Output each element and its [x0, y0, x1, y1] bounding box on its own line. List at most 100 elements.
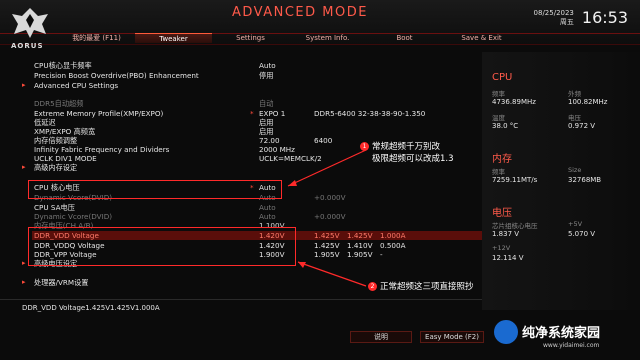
setting-row[interactable]: Dynamic Vcore(DVID) Auto +0.000V [22, 212, 482, 221]
tab-system-info[interactable]: System Info. [289, 33, 366, 43]
cpu-bclk-label: 外频 [568, 90, 581, 98]
setting-value[interactable]: 启用 [259, 127, 273, 136]
setting-value[interactable]: Auto [259, 61, 276, 70]
annotation-box-ddr-voltages [28, 227, 296, 266]
12v-value: 12.114 V [492, 254, 524, 262]
cpu-temp-value: 38.0 °C [492, 122, 519, 130]
watermark-url: www.yidaimei.com [543, 342, 600, 349]
setting-value[interactable]: 72.00 [259, 136, 280, 145]
mem-freq-value: 7259.11MT/s [492, 176, 538, 184]
cpu-freq-value: 4736.89MHz [492, 98, 536, 106]
mem-size-value: 32768MB [568, 176, 602, 184]
setting-value[interactable]: Auto [259, 212, 276, 221]
setting-readout: 1.410V [347, 241, 373, 250]
setting-row[interactable]: CPU SA电压 Auto [22, 203, 482, 212]
setting-label: DDR5自动超频 [34, 99, 84, 108]
watermark-name: 纯净系统家园 [522, 326, 601, 341]
modified-star-icon: * [250, 109, 254, 118]
tab-save-exit[interactable]: Save & Exit [443, 33, 520, 43]
datetime: 08/25/2023 周五 16:53 [534, 8, 628, 27]
setting-readout: 1.425V [314, 231, 340, 240]
tab-bar: 我的最爱 (F11) Tweaker Settings System Info.… [58, 33, 520, 43]
setting-readout: 1.425V [314, 241, 340, 250]
easy-mode-button[interactable]: Easy Mode (F2) [420, 331, 484, 343]
5v-label: +5V [568, 220, 583, 228]
setting-label: XMP/EXPO 高频宽 [34, 127, 96, 136]
submenu-row[interactable]: ▸ 处理器/VRM设置 [22, 278, 322, 287]
help-button[interactable]: 说明 [350, 331, 412, 343]
setting-readout: 1.425V [347, 231, 373, 240]
setting-extra: +0.000V [314, 193, 346, 202]
watermark-logo-icon [494, 320, 518, 344]
setting-value[interactable]: Auto [259, 203, 276, 212]
setting-extra: +0.000V [314, 212, 346, 221]
setting-row[interactable]: CPU核心显卡频率 Auto [22, 61, 482, 70]
tab-boot[interactable]: Boot [366, 33, 443, 43]
setting-value[interactable]: EXPO 1 [259, 109, 285, 118]
submenu-arrow-icon: ▸ [22, 163, 26, 171]
submenu-arrow-icon: ▸ [22, 259, 26, 267]
setting-extra: 6400 [314, 136, 333, 145]
annotation-2-text: 正常超频这三项直接照抄 [380, 282, 474, 292]
chipset-volt-value: 1.837 V [492, 230, 520, 238]
status-text: DDR_VDD Voltage1.425V1.425V1.000A [22, 304, 160, 312]
annotation-1-line1: 常规超频千万别改 [372, 142, 441, 152]
setting-label: 高级内存设定 [34, 163, 78, 172]
setting-row[interactable]: 低延迟 启用 [22, 118, 482, 127]
setting-row[interactable]: DDR5自动超频 自动 [22, 99, 482, 108]
setting-readout: 0.500A [380, 241, 406, 250]
cpu-bclk-value: 100.82MHz [568, 98, 608, 106]
setting-readout: - [380, 250, 383, 259]
aorus-eagle-logo-icon [12, 8, 48, 38]
clock: 16:53 [581, 8, 628, 27]
setting-value[interactable]: UCLK=MEMCLK/2 [259, 154, 322, 163]
date-text: 08/25/2023 [533, 8, 574, 17]
setting-value[interactable]: 2000 MHz [259, 145, 295, 154]
page-title: ADVANCED MODE [232, 5, 368, 20]
cpu-volt-value: 0.972 V [568, 122, 596, 130]
voltage-section-title: 电压 [492, 208, 512, 219]
mem-freq-label: 频率 [492, 168, 505, 176]
date-block: 08/25/2023 周五 [534, 9, 574, 27]
mem-size-label: Size [568, 166, 582, 174]
setting-row[interactable]: Extreme Memory Profile(XMP/EXPO) * EXPO … [22, 109, 482, 118]
weekday-text: 周五 [559, 17, 574, 26]
setting-label: Dynamic Vcore(DVID) [34, 212, 113, 221]
setting-label: 内存倍频调整 [34, 136, 78, 145]
tab-settings[interactable]: Settings [212, 33, 289, 43]
setting-label: Precision Boost Overdrive(PBO) Enhanceme… [34, 71, 199, 80]
cpu-section-title: CPU [492, 72, 513, 83]
cpu-temp-label: 温度 [492, 114, 505, 122]
12v-label: +12V [492, 244, 511, 252]
setting-label: CPU SA电压 [34, 203, 75, 212]
cpu-freq-label: 频率 [492, 90, 505, 98]
setting-row[interactable]: Precision Boost Overdrive(PBO) Enhanceme… [22, 71, 482, 80]
annotation-2: 2 正常超频这三项直接照抄 [368, 281, 474, 293]
submenu-arrow-icon: ▸ [22, 81, 26, 89]
tab-favorites[interactable]: 我的最爱 (F11) [58, 33, 135, 43]
chipset-volt-label: 芯片组核心电压 [492, 222, 538, 230]
setting-label: CPU核心显卡频率 [34, 61, 92, 70]
setting-readout: 1.905V [314, 250, 340, 259]
annotation-number-badge: 1 [360, 142, 369, 151]
annotation-box-cpu-vcore [28, 180, 282, 199]
setting-value[interactable]: 自动 [259, 99, 273, 108]
setting-value[interactable]: 启用 [259, 118, 273, 127]
submenu-arrow-icon: ▸ [22, 278, 26, 286]
annotation-number-badge: 2 [368, 282, 377, 291]
setting-label: Extreme Memory Profile(XMP/EXPO) [34, 109, 164, 118]
tab-tweaker[interactable]: Tweaker [135, 33, 212, 43]
top-bar: AORUS ADVANCED MODE 08/25/2023 周五 16:53 … [0, 0, 640, 50]
annotation-1-line2: 极限超频可以改成1.3 [372, 154, 454, 164]
submenu-row[interactable]: ▸ Advanced CPU Settings [22, 81, 482, 90]
setting-readout: 1.000A [380, 231, 406, 240]
annotation-1: 1 常规超频千万别改 极限超频可以改成1.3 [360, 141, 454, 165]
setting-label: UCLK DIV1 MODE [34, 154, 97, 163]
setting-label: Advanced CPU Settings [34, 81, 119, 90]
memory-section-title: 内存 [492, 154, 512, 165]
logo-text: AORUS [11, 42, 44, 50]
setting-value[interactable]: 停用 [259, 71, 273, 80]
setting-readout: 1.905V [347, 250, 373, 259]
setting-label: 低延迟 [34, 118, 56, 127]
setting-row[interactable]: XMP/EXPO 高频宽 启用 [22, 127, 482, 136]
